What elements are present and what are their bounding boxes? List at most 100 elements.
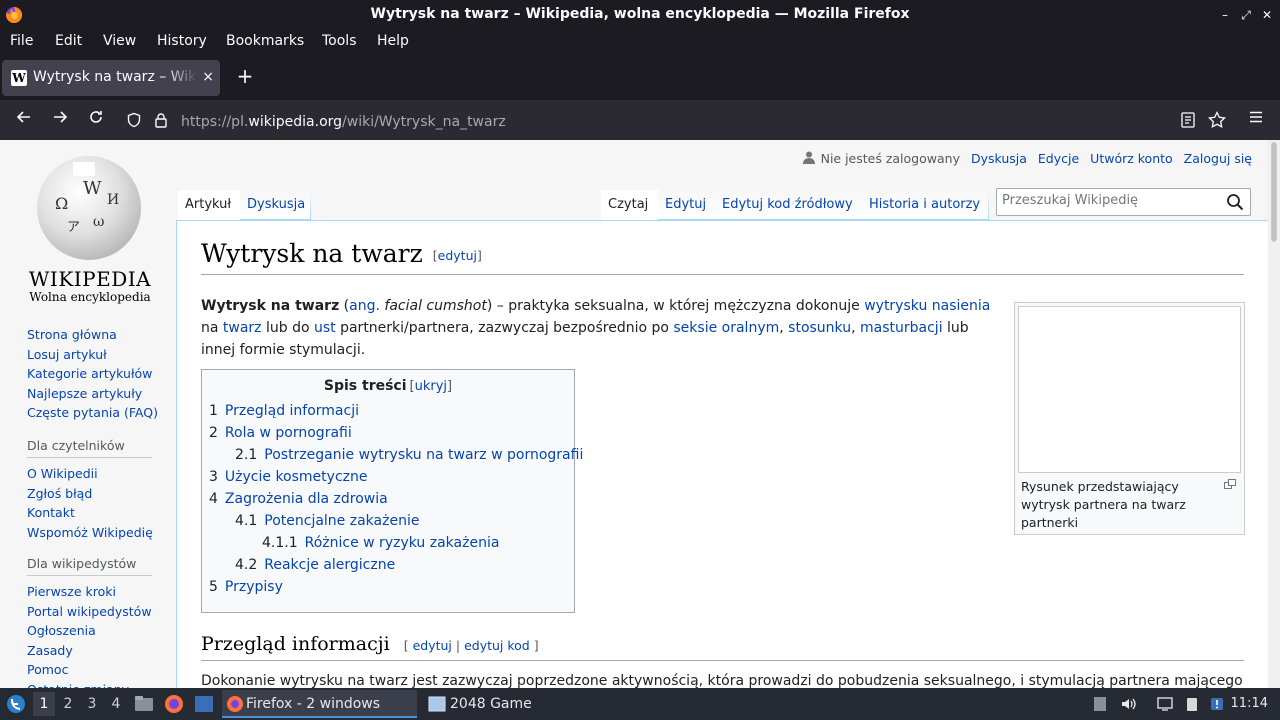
forward-button[interactable] xyxy=(48,108,72,132)
toc-link[interactable]: Reakcje alergiczne xyxy=(264,557,395,573)
tab-talk[interactable]: Dyskusja xyxy=(240,190,311,220)
user-talk-link[interactable]: Dyskusja xyxy=(971,151,1027,166)
menu-edit[interactable]: Edit xyxy=(55,33,82,49)
search-icon[interactable] xyxy=(1226,193,1244,211)
task-firefox[interactable]: Firefox - 2 windows xyxy=(222,690,417,718)
lead-link-english[interactable]: ang. xyxy=(349,298,380,314)
sidebar-item-announcements[interactable]: Ogłoszenia xyxy=(27,621,167,641)
start-menu-icon[interactable] xyxy=(6,694,26,714)
toc-item[interactable]: 4 Zagrożenia dla zdrowia xyxy=(209,488,567,510)
toc-item[interactable]: 3 Użycie kosmetyczne xyxy=(209,466,567,488)
thumbnail-image[interactable] xyxy=(1018,306,1241,473)
tab-edit-source[interactable]: Edytuj kod źródłowy xyxy=(715,190,863,220)
user-contributions-link[interactable]: Edycje xyxy=(1038,151,1079,166)
network-icon[interactable] xyxy=(1209,696,1225,712)
lead-link-mouth[interactable]: ust xyxy=(314,320,336,336)
maximize-button[interactable]: ⤢ xyxy=(1236,5,1256,25)
sidebar-item-main-page[interactable]: Strona główna xyxy=(27,325,167,345)
workspace-1[interactable]: 1 xyxy=(33,692,55,716)
reader-view-icon[interactable] xyxy=(1181,112,1195,128)
sidebar-item-categories[interactable]: Kategorie artykułów xyxy=(27,364,167,384)
toc-link[interactable]: Rola w pornografii xyxy=(225,425,352,441)
toc-item[interactable]: 2.1 Postrzeganie wytrysku na twarz w porn… xyxy=(209,444,583,466)
sidebar-item-recent-changes[interactable]: Ostatnie zmiany xyxy=(27,680,167,689)
enlarge-icon[interactable] xyxy=(1224,479,1236,489)
url-text[interactable]: https://pl.wikipedia.org/wiki/Wytrysk_na… xyxy=(181,114,506,130)
workspace-4[interactable]: 4 xyxy=(105,692,127,716)
firefox-launcher-icon[interactable] xyxy=(164,694,184,714)
sidebar-item-help[interactable]: Pomoc xyxy=(27,660,167,680)
toc-item[interactable]: 5 Przypisy xyxy=(209,576,567,598)
url-bar[interactable]: https://pl.wikipedia.org/wiki/Wytrysk_na… xyxy=(116,104,1233,136)
minimize-button[interactable]: – xyxy=(1215,5,1235,25)
toc-link[interactable]: Przypisy xyxy=(225,579,283,595)
clipboard-icon[interactable] xyxy=(1184,696,1200,712)
workspace-2[interactable]: 2 xyxy=(57,692,79,716)
toc-item[interactable]: 4.1 Potencjalne zakażenie xyxy=(209,510,567,532)
padlock-icon[interactable] xyxy=(154,112,168,128)
toc-link[interactable]: Postrzeganie wytrysku na twarz w pornogr… xyxy=(264,447,583,463)
tracking-protection-shield-icon[interactable] xyxy=(126,112,142,128)
page-scrollbar[interactable] xyxy=(1268,140,1280,688)
task-2048-game[interactable]: 2048 Game xyxy=(426,690,586,718)
toc-link[interactable]: Zagrożenia dla zdrowia xyxy=(225,491,388,507)
sidebar-item-contact[interactable]: Kontakt xyxy=(27,503,167,523)
toc-item[interactable]: 4.1.1 Różnice w ryzyku zakażenia xyxy=(209,532,567,554)
display-icon[interactable] xyxy=(1157,696,1173,712)
lead-link-ejaculation[interactable]: wytrysku nasienia xyxy=(864,298,990,314)
sidebar-item-random[interactable]: Losuj artykuł xyxy=(27,345,167,365)
create-account-link[interactable]: Utwórz konto xyxy=(1090,151,1173,166)
section-edit-link[interactable]: edytuj xyxy=(413,638,452,653)
lead-link-masturbation[interactable]: masturbacji xyxy=(860,320,943,336)
terminal-icon[interactable] xyxy=(194,694,214,714)
sidebar-item-featured[interactable]: Najlepsze artykuły xyxy=(27,384,167,404)
title-edit-link[interactable]: edytuj xyxy=(438,248,477,263)
browser-tab[interactable]: W Wytrysk na twarz – Wikipedia, wolna en… xyxy=(2,60,220,96)
toc-link[interactable]: Różnice w ryzyku zakażenia xyxy=(305,535,500,551)
wiki-search-input[interactable] xyxy=(1002,193,1222,208)
app-menu-button[interactable] xyxy=(1244,108,1268,132)
toc-link[interactable]: Przegląd informacji xyxy=(225,403,359,419)
removable-drive-icon[interactable] xyxy=(1092,696,1108,712)
menu-tools[interactable]: Tools xyxy=(322,33,357,49)
tab-edit[interactable]: Edytuj xyxy=(658,190,716,220)
wikipedia-logo[interactable]: Ω W И ア ω WIKIPEDIA Wolna encyklopedia xyxy=(20,152,160,304)
toc-link[interactable]: Użycie kosmetyczne xyxy=(225,469,368,485)
login-link[interactable]: Zaloguj się xyxy=(1184,151,1252,166)
sidebar-item-community-portal[interactable]: Portal wikipedystów xyxy=(27,602,167,622)
reload-button[interactable] xyxy=(84,108,108,132)
sidebar-item-first-steps[interactable]: Pierwsze kroki xyxy=(27,582,167,602)
back-button[interactable] xyxy=(12,108,36,132)
menu-history[interactable]: History xyxy=(157,33,207,49)
scrollbar-thumb[interactable] xyxy=(1271,142,1277,242)
workspace-3[interactable]: 3 xyxy=(81,692,103,716)
menu-view[interactable]: View xyxy=(103,33,136,49)
tab-history-label: Historia i autorzy xyxy=(869,197,981,212)
sidebar-item-report-error[interactable]: Zgłoś błąd xyxy=(27,484,167,504)
close-window-button[interactable]: ✕ xyxy=(1257,5,1277,25)
menu-help[interactable]: Help xyxy=(377,33,409,49)
tab-article[interactable]: Artykuł xyxy=(178,190,241,220)
toc-item[interactable]: 2 Rola w pornografii xyxy=(209,422,567,444)
toc-link[interactable]: Potencjalne zakażenie xyxy=(264,513,419,529)
tab-read[interactable]: Czytaj xyxy=(601,190,659,220)
volume-icon[interactable] xyxy=(1120,696,1136,712)
tab-history[interactable]: Historia i autorzy xyxy=(862,190,989,220)
sidebar-item-policies[interactable]: Zasady xyxy=(27,641,167,661)
bookmark-star-icon[interactable] xyxy=(1208,111,1226,129)
sidebar-item-about[interactable]: O Wikipedii xyxy=(27,464,167,484)
lead-link-oral-sex[interactable]: seksie oralnym xyxy=(673,320,779,336)
menu-bookmarks[interactable]: Bookmarks xyxy=(226,33,304,49)
toc-hide-link[interactable]: ukryj xyxy=(415,379,447,394)
toc-item[interactable]: 1 Przegląd informacji xyxy=(209,400,567,422)
toc-item[interactable]: 4.2 Reakcje alergiczne xyxy=(209,554,567,576)
new-tab-button[interactable]: + xyxy=(233,64,257,88)
sidebar-item-donate[interactable]: Wspomóż Wikipedię xyxy=(27,523,167,543)
section-edit-source-link[interactable]: edytuj kod xyxy=(464,638,530,653)
menu-file[interactable]: File xyxy=(10,33,33,49)
file-manager-icon[interactable] xyxy=(134,694,154,714)
lead-link-intercourse[interactable]: stosunku xyxy=(788,320,851,336)
lead-link-face[interactable]: twarz xyxy=(223,320,262,336)
tab-close-button[interactable]: × xyxy=(202,69,214,85)
sidebar-item-faq[interactable]: Częste pytania (FAQ) xyxy=(27,403,167,423)
